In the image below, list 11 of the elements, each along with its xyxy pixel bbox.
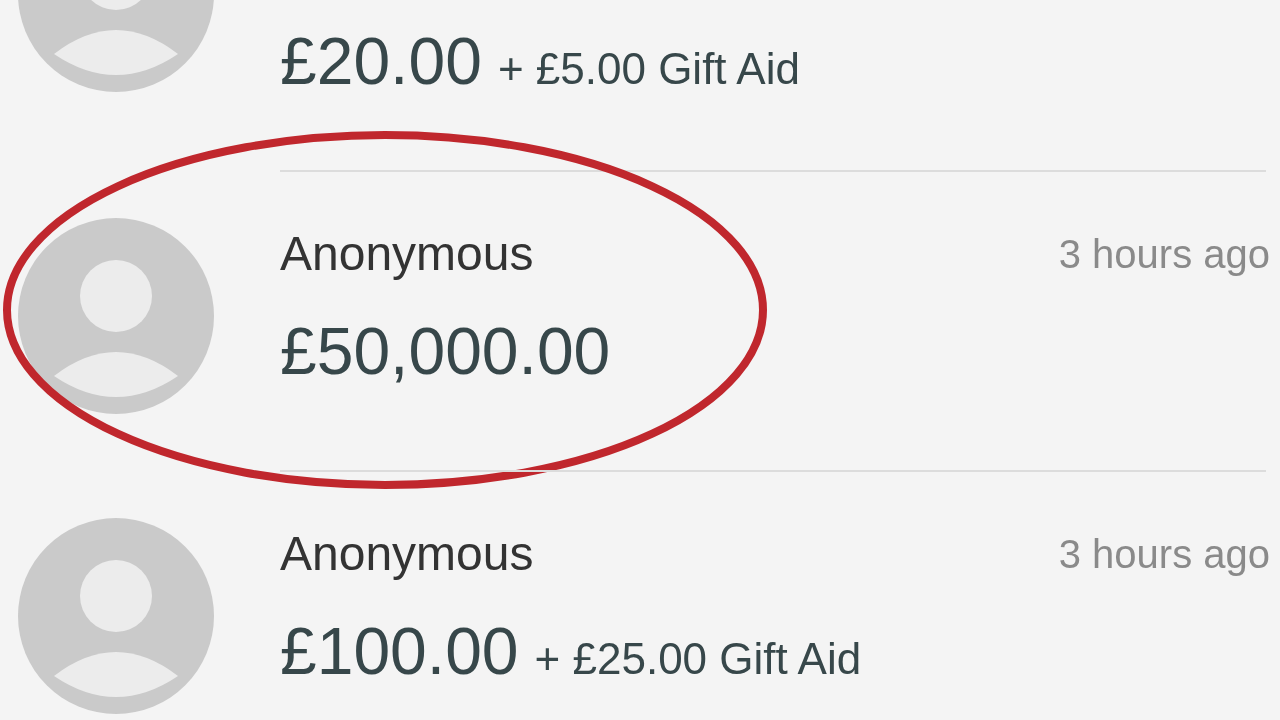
donation-time: 3 hours ago (1058, 234, 1270, 274)
gift-aid-amount: + £5.00 Gift Aid (497, 47, 800, 91)
donation-amount: £20.00 (280, 28, 482, 94)
donation-amount: £100.00 (280, 618, 519, 684)
avatar-icon (18, 218, 214, 414)
donation-time: 3 hours ago (1058, 534, 1270, 574)
donor-name: Anonymous (280, 230, 534, 278)
donation-amount: £50,000.00 (280, 318, 611, 384)
gift-aid-amount: + £25.00 Gift Aid (534, 637, 862, 681)
avatar-icon (18, 518, 214, 714)
donor-name: Anonymous (280, 530, 534, 578)
